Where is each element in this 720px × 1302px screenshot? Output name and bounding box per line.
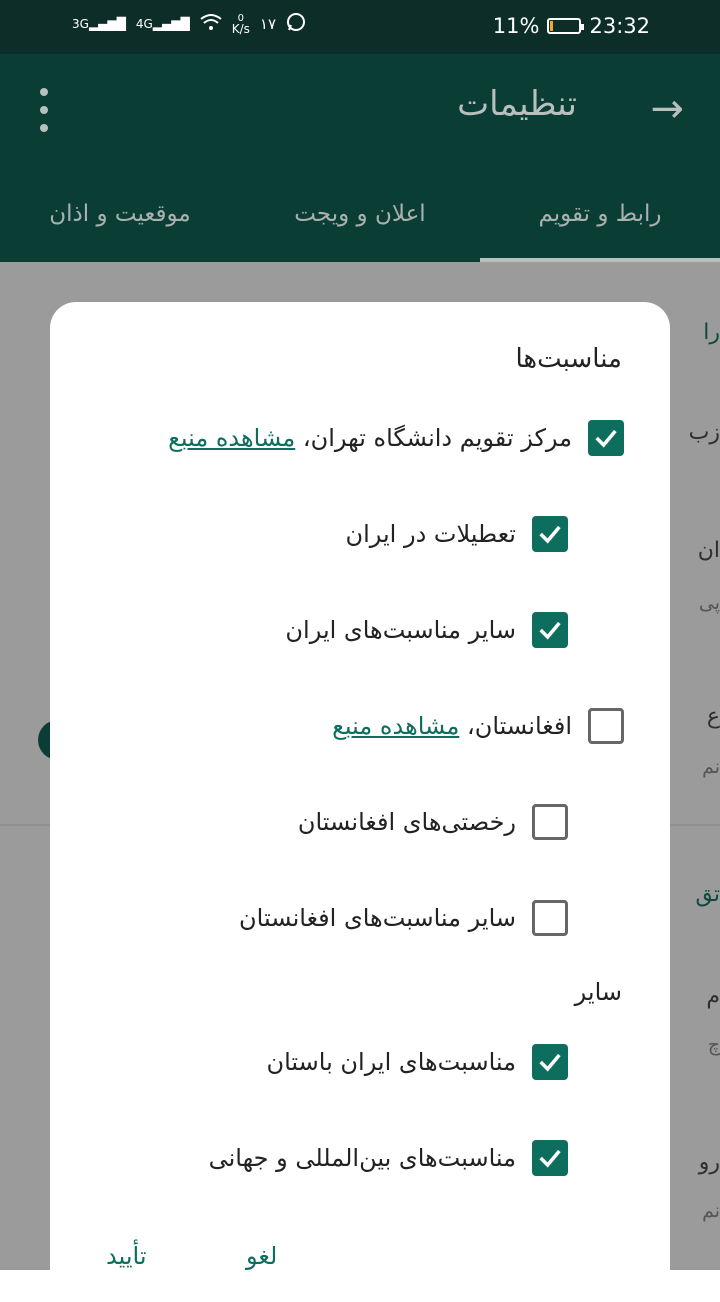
checkbox-checked[interactable] bbox=[532, 612, 568, 648]
row-label: رخصتی‌های افغانستان bbox=[297, 808, 516, 836]
checkbox-row-other-afghan[interactable]: سایر مناسبت‌های افغانستان bbox=[239, 900, 568, 936]
checkmark-icon bbox=[539, 525, 561, 544]
cancel-button[interactable]: لغو bbox=[246, 1242, 277, 1270]
signal-4g-icon: 4G▂▄▆█ bbox=[135, 17, 190, 31]
tab-location-azan[interactable]: موقعیت و اذان bbox=[0, 166, 240, 262]
bg-text: ان bbox=[697, 538, 720, 563]
row-label: سایر مناسبت‌های ایران bbox=[285, 616, 516, 644]
more-options-icon[interactable] bbox=[30, 88, 58, 132]
bg-text: را bbox=[703, 320, 720, 345]
battery-fill bbox=[550, 21, 554, 31]
status-left: 3G▂▄▆█ 4G▂▄▆█ 0 K/s ۱۷ bbox=[72, 12, 306, 36]
checkmark-icon bbox=[539, 1053, 561, 1072]
checkbox-row-tehran[interactable]: مرکز تقویم دانشگاه تهران، مشاهده منبع bbox=[168, 420, 624, 456]
checkbox-checked[interactable] bbox=[532, 516, 568, 552]
app-bar: تنظیمات → bbox=[0, 54, 720, 166]
view-source-link[interactable]: مشاهده منبع bbox=[168, 424, 295, 452]
battery-icon bbox=[547, 18, 585, 34]
checkbox-row-other-iran[interactable]: سایر مناسبت‌های ایران bbox=[285, 612, 568, 648]
bg-text: نم bbox=[702, 1200, 720, 1222]
checkmark-icon bbox=[539, 621, 561, 640]
bg-text: ع bbox=[706, 704, 720, 729]
checkbox-unchecked[interactable] bbox=[532, 900, 568, 936]
dialog-title: مناسبت‌ها bbox=[515, 344, 623, 374]
network-speed: 0 K/s bbox=[231, 13, 250, 36]
checkmark-icon bbox=[595, 429, 617, 448]
row-label: سایر مناسبت‌های افغانستان bbox=[239, 904, 516, 932]
bg-text: تق bbox=[695, 882, 720, 907]
status-right: 11% 23:32 bbox=[493, 14, 650, 38]
bg-text: م bbox=[706, 984, 720, 1009]
tab-interface-calendar[interactable]: رابط و تقویم bbox=[480, 166, 720, 262]
bg-text: چ bbox=[707, 1034, 720, 1056]
bg-text: زب bbox=[688, 420, 720, 445]
row-label: مرکز تقویم دانشگاه تهران، bbox=[295, 424, 572, 452]
events-dialog: مناسبت‌ها مرکز تقویم دانشگاه تهران، مشاه… bbox=[50, 302, 670, 1302]
checkbox-row-iran-holidays[interactable]: تعطیلات در ایران bbox=[345, 516, 568, 552]
checkbox-checked[interactable] bbox=[532, 1140, 568, 1176]
row-label: تعطیلات در ایران bbox=[345, 520, 516, 548]
checkbox-row-afghanistan[interactable]: افغانستان، مشاهده منبع bbox=[332, 708, 624, 744]
section-title-other: سایر bbox=[574, 978, 622, 1006]
row-label: افغانستان، bbox=[459, 712, 572, 740]
checkmark-icon bbox=[539, 1149, 561, 1168]
checkbox-unchecked[interactable] bbox=[532, 804, 568, 840]
checkbox-unchecked[interactable] bbox=[588, 708, 624, 744]
checkbox-row-international[interactable]: مناسبت‌های بین‌المللی و جهانی bbox=[209, 1140, 568, 1176]
bg-text: پی bbox=[698, 592, 720, 614]
whatsapp-icon bbox=[286, 12, 306, 36]
status-bar: 3G▂▄▆█ 4G▂▄▆█ 0 K/s ۱۷ 11% 23:32 bbox=[0, 0, 720, 54]
clock: 23:32 bbox=[589, 14, 650, 38]
tab-notification-widget[interactable]: اعلان و ویجت bbox=[240, 166, 480, 262]
bg-text: رو bbox=[698, 1150, 720, 1175]
bg-text: نم bbox=[702, 756, 720, 778]
checkbox-checked[interactable] bbox=[532, 1044, 568, 1080]
row-label: مناسبت‌های ایران باستان bbox=[266, 1048, 516, 1076]
checkbox-checked[interactable] bbox=[588, 420, 624, 456]
confirm-button[interactable]: تأیید bbox=[106, 1242, 147, 1270]
signal-3g-icon: 3G▂▄▆█ bbox=[72, 17, 126, 31]
page-title: تنظیمات bbox=[457, 84, 577, 124]
view-source-link[interactable]: مشاهده منبع bbox=[332, 712, 459, 740]
tab-bar: رابط و تقویم اعلان و ویجت موقعیت و اذان bbox=[0, 166, 720, 262]
battery-percent: 11% bbox=[492, 14, 540, 38]
checkbox-row-ancient-iran[interactable]: مناسبت‌های ایران باستان bbox=[266, 1044, 568, 1080]
notification-count: ۱۷ bbox=[259, 15, 277, 33]
checkbox-row-afghan-holidays[interactable]: رخصتی‌های افغانستان bbox=[298, 804, 568, 840]
row-label: مناسبت‌های بین‌المللی و جهانی bbox=[208, 1144, 516, 1172]
wifi-icon bbox=[200, 13, 222, 35]
back-arrow-icon[interactable]: → bbox=[650, 86, 684, 132]
